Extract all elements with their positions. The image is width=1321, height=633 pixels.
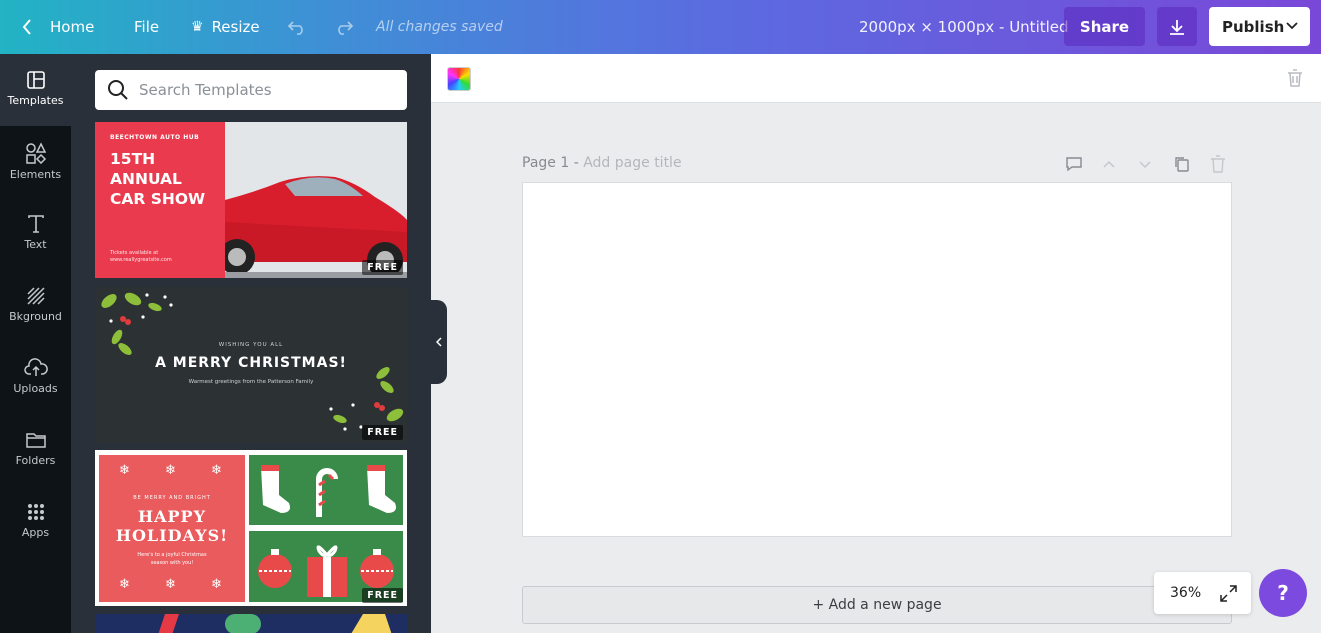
text-icon bbox=[27, 215, 44, 233]
document-name[interactable]: 2000px × 1000px - Untitled bbox=[859, 0, 1069, 54]
template-caption: Warmest greetings from the Patterson Fam… bbox=[188, 379, 314, 385]
sidebar-item-label: Apps bbox=[21, 526, 50, 539]
sidebar-item-folders[interactable]: Folders bbox=[0, 414, 71, 486]
download-icon bbox=[1170, 19, 1184, 35]
redo-button[interactable] bbox=[334, 0, 354, 54]
resize-label: Resize bbox=[211, 18, 260, 36]
template-subtitle: BE MERRY AND BRIGHT bbox=[133, 495, 211, 501]
car-photo bbox=[219, 122, 407, 278]
snowflake-icon: ❄ bbox=[165, 577, 176, 592]
template-headline: A MERRY CHRISTMAS! bbox=[155, 355, 347, 371]
chevron-up-icon[interactable] bbox=[1102, 155, 1116, 173]
page-header: Page 1 - Add page title bbox=[522, 155, 682, 171]
trash-icon[interactable] bbox=[1210, 155, 1226, 173]
comment-icon[interactable] bbox=[1065, 155, 1083, 173]
zoom-control[interactable]: 36% bbox=[1154, 572, 1251, 614]
home-label: Home bbox=[50, 18, 95, 36]
sidebar-item-label: Uploads bbox=[13, 382, 58, 395]
search-input[interactable]: Search Templates bbox=[139, 81, 272, 99]
background-icon bbox=[26, 287, 45, 305]
chevron-down-icon bbox=[1286, 22, 1298, 30]
top-bar: Home File ♛ Resize All changes saved 200… bbox=[0, 0, 1321, 54]
template-hub-text: BEECHTOWN AUTO HUB bbox=[110, 134, 200, 141]
template-headline: HAPPY HOLIDAYS! bbox=[115, 507, 229, 545]
redo-icon bbox=[338, 21, 354, 35]
template-happy-holidays[interactable]: ❄ ❄ ❄ BE MERRY AND BRIGHT HAPPY HOLIDAYS… bbox=[95, 450, 407, 606]
left-nav: Templates Elements Text Bkground Uploads… bbox=[0, 54, 71, 633]
free-badge: FREE bbox=[362, 260, 403, 275]
snowflake-icon: ❄ bbox=[211, 577, 222, 592]
file-menu[interactable]: File bbox=[134, 0, 159, 54]
publish-label: Publish bbox=[1222, 17, 1285, 36]
stockings-panel bbox=[249, 455, 403, 525]
home-button[interactable]: Home bbox=[22, 0, 94, 54]
sidebar-item-templates[interactable]: Templates bbox=[0, 54, 71, 126]
design-canvas[interactable] bbox=[522, 182, 1232, 537]
duplicate-icon[interactable] bbox=[1173, 155, 1191, 173]
collapse-panel-button[interactable] bbox=[431, 300, 447, 384]
template-caption: Here's to a joyful Christmas season with… bbox=[137, 552, 207, 566]
sidebar-item-label: Templates bbox=[7, 94, 64, 107]
page-title-input[interactable]: Add page title bbox=[583, 155, 681, 171]
template-christmas[interactable]: WISHING YOU ALL A MERRY CHRISTMAS! Warme… bbox=[95, 287, 407, 443]
publish-button[interactable]: Publish bbox=[1209, 7, 1310, 46]
save-status: All changes saved bbox=[376, 19, 503, 35]
share-button[interactable]: Share bbox=[1064, 7, 1145, 46]
sidebar-item-label: Folders bbox=[15, 454, 56, 467]
resize-button[interactable]: ♛ Resize bbox=[191, 0, 260, 54]
folders-icon bbox=[25, 433, 46, 448]
snowflake-icon: ❄ bbox=[211, 463, 222, 478]
free-badge: FREE bbox=[362, 588, 403, 603]
template-text-area: BEECHTOWN AUTO HUB 15TH ANNUAL CAR SHOW … bbox=[95, 122, 225, 278]
page-label: Page 1 - bbox=[522, 155, 579, 171]
chevron-down-icon[interactable] bbox=[1138, 155, 1152, 173]
sidebar-item-uploads[interactable]: Uploads bbox=[0, 342, 71, 414]
sidebar-item-label: Text bbox=[24, 238, 47, 251]
sidebar-item-text[interactable]: Text bbox=[0, 198, 71, 270]
sidebar-item-label: Bkground bbox=[9, 310, 62, 323]
templates-panel: Search Templates BEECHTOWN AUTO HUB 15TH… bbox=[71, 54, 431, 633]
search-icon bbox=[108, 80, 128, 100]
free-badge: FREE bbox=[362, 425, 403, 440]
elements-icon bbox=[25, 142, 46, 164]
snowflake-icon: ❄ bbox=[119, 577, 130, 592]
chevron-left-icon bbox=[436, 337, 442, 347]
uploads-icon bbox=[23, 358, 48, 376]
undo-button[interactable] bbox=[287, 0, 307, 54]
color-picker-button[interactable] bbox=[447, 67, 471, 91]
snowflake-icon: ❄ bbox=[165, 463, 176, 478]
snowflake-icon: ❄ bbox=[119, 463, 130, 478]
sidebar-item-label: Elements bbox=[9, 168, 62, 181]
undo-icon bbox=[287, 21, 303, 35]
apps-icon bbox=[27, 504, 44, 520]
help-button[interactable]: ? bbox=[1259, 569, 1307, 617]
trash-icon[interactable] bbox=[1286, 68, 1304, 88]
sidebar-item-apps[interactable]: Apps bbox=[0, 486, 71, 558]
template-partial[interactable] bbox=[95, 614, 407, 633]
sidebar-item-background[interactable]: Bkground bbox=[0, 270, 71, 342]
expand-icon[interactable] bbox=[1220, 585, 1237, 602]
crown-icon: ♛ bbox=[191, 19, 204, 35]
template-headline: 15TH ANNUAL CAR SHOW bbox=[110, 150, 206, 208]
sidebar-item-elements[interactable]: Elements bbox=[0, 126, 71, 198]
editor-toolbar bbox=[431, 54, 1321, 103]
template-small-text: Tickets available at www.reallygreatsite… bbox=[110, 250, 172, 263]
zoom-level: 36% bbox=[1170, 585, 1202, 601]
template-text-area: ❄ ❄ ❄ BE MERRY AND BRIGHT HAPPY HOLIDAYS… bbox=[99, 455, 245, 602]
download-button[interactable] bbox=[1157, 7, 1197, 46]
chevron-left-icon bbox=[22, 19, 31, 35]
add-page-button[interactable]: + Add a new page bbox=[522, 586, 1232, 624]
templates-icon bbox=[26, 71, 45, 89]
template-subtitle: WISHING YOU ALL bbox=[218, 342, 284, 348]
search-box[interactable]: Search Templates bbox=[95, 70, 407, 110]
template-car-show[interactable]: BEECHTOWN AUTO HUB 15TH ANNUAL CAR SHOW … bbox=[95, 122, 407, 278]
